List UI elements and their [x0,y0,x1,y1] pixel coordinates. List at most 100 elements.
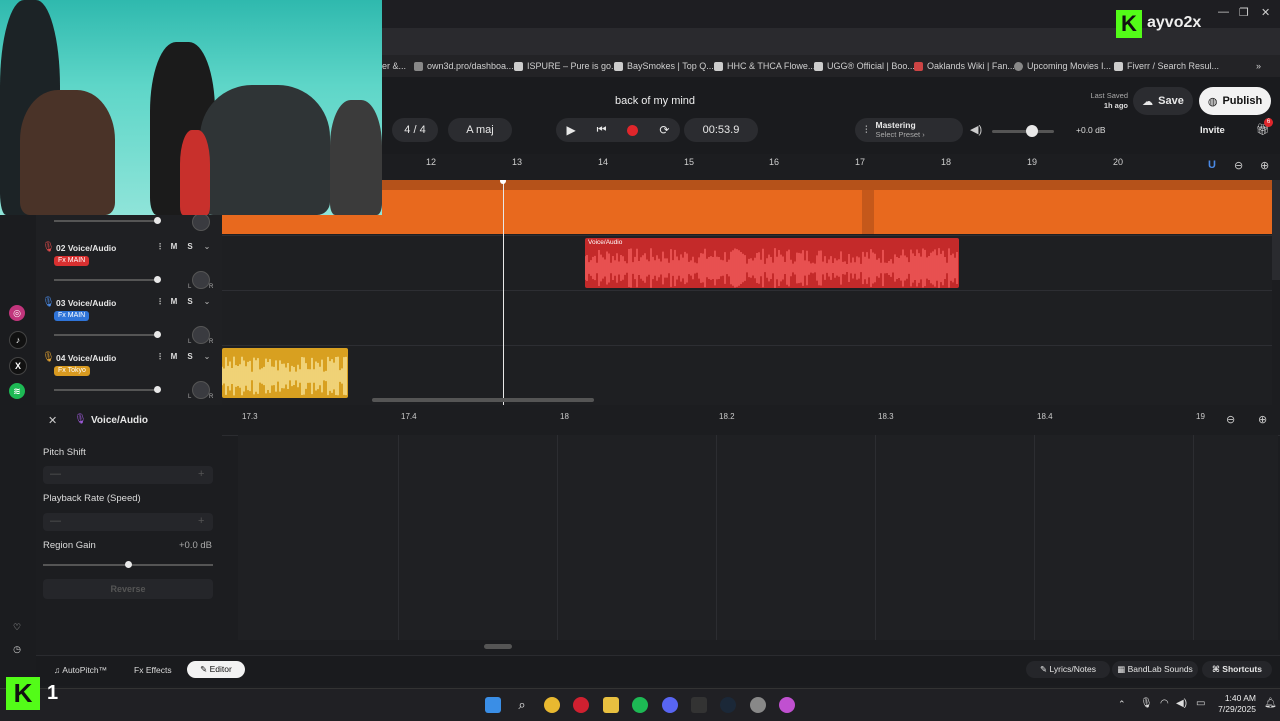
x-icon[interactable]: X [9,357,27,375]
pitch-shift-stepper[interactable]: — + [43,466,213,484]
bookmark-item[interactable]: er &... [382,59,406,73]
audio-region-red[interactable]: Voice/Audio [585,238,959,288]
chevron-down-icon[interactable]: ⌄ [201,352,213,363]
search-icon[interactable]: ⌕ [514,697,530,713]
track-01-pan-knob[interactable] [192,213,210,231]
track-header-03[interactable]: 🎙︎ 03 Voice/Audio ⋮ M S ⌄ Fx MAIN L R [36,293,222,347]
volume-icon[interactable]: ◀) [1176,698,1187,709]
solo-button[interactable]: S [184,297,196,308]
plus-icon[interactable]: + [198,515,204,527]
playhead[interactable] [503,180,504,405]
bookmark-item[interactable]: ISPURE – Pure is go... [514,59,619,73]
minimize-icon[interactable]: — [1218,6,1229,18]
more-icon[interactable]: ⋮ [154,297,166,308]
bookmark-item[interactable]: Upcoming Movies I... [1014,59,1111,73]
time-signature[interactable]: 4 / 4 [392,118,438,142]
zoom-out-icon[interactable]: ⊖ [1234,159,1243,172]
steam-icon[interactable] [720,697,736,713]
slider-knob[interactable] [125,561,132,568]
track-02-name[interactable]: 02 Voice/Audio [56,243,116,253]
spotify-icon[interactable]: ≋ [9,383,25,399]
track-03-name[interactable]: 03 Voice/Audio [56,298,116,308]
effects-tab[interactable]: Fx Effects [134,665,172,675]
mastering-button[interactable]: ⫶ Mastering Select Preset › [855,118,963,142]
slider-knob[interactable] [154,331,161,338]
chevron-up-icon[interactable]: ⌃ [1118,699,1126,710]
fx-badge[interactable]: Fx Tokyo [54,366,90,376]
epic-games-icon[interactable] [691,697,707,713]
volume-slider[interactable] [54,276,161,283]
track-header-02[interactable]: 🎙︎ 02 Voice/Audio ⋮ M S ⌄ Fx MAIN L R [36,238,222,292]
save-button[interactable]: ☁ Save [1133,87,1193,115]
editor-scrollbar[interactable] [484,644,512,649]
zoom-out-icon[interactable]: ⊖ [1226,413,1235,426]
region-gain-slider[interactable] [43,561,213,568]
spotify-icon[interactable] [632,697,648,713]
pan-knob[interactable] [192,326,210,344]
editor-tab[interactable]: ✎ Editor [187,661,245,678]
volume-knob[interactable] [1026,125,1038,137]
magnet-icon[interactable]: U [1208,159,1216,171]
vertical-scrollbar[interactable] [1272,180,1280,280]
bookmark-item[interactable]: Fiverr / Search Resul... [1114,59,1219,73]
volume-slider[interactable] [54,386,161,393]
maximize-icon[interactable]: ❐ [1239,6,1249,19]
master-volume-slider[interactable] [992,125,1054,137]
record-icon[interactable] [627,124,639,136]
play-icon[interactable]: ▶ [566,123,575,137]
zoom-in-icon[interactable]: ⊕ [1258,413,1267,426]
pan-knob[interactable] [192,381,210,399]
bookmark-item[interactable]: BaySmokes | Top Q... [614,59,714,73]
slider-knob[interactable] [154,217,161,224]
invite-button[interactable]: Invite [1200,125,1225,136]
playback-rate-stepper[interactable]: — + [43,513,213,531]
battery-icon[interactable]: ▭ [1196,698,1205,709]
chevron-down-icon[interactable]: ⌄ [201,297,213,308]
loop-icon[interactable]: ⟳ [659,123,669,137]
close-icon[interactable]: ✕ [1261,6,1270,19]
close-icon[interactable]: ✕ [48,414,57,427]
mute-button[interactable]: M [168,352,180,363]
autopitch-tab[interactable]: ♫ AutoPitch™ [54,665,107,675]
copilot-icon[interactable] [779,697,795,713]
more-icon[interactable]: ⋮ [154,352,166,363]
wifi-icon[interactable]: ◠ [1160,698,1169,709]
lyrics-notes-button[interactable]: ✎ Lyrics/Notes [1026,661,1110,678]
pan-knob[interactable] [192,271,210,289]
track-01-volume-slider[interactable] [54,217,161,224]
more-bookmarks-icon[interactable]: » [1256,59,1261,73]
mute-button[interactable]: M [168,242,180,253]
history-icon[interactable]: ◷ [9,641,25,657]
solo-button[interactable]: S [184,352,196,363]
windows-start-icon[interactable] [485,697,501,713]
publish-button[interactable]: ◍ Publish [1199,87,1271,115]
bookmark-item[interactable]: Oaklands Wiki | Fan... [914,59,1015,73]
plus-icon[interactable]: + [198,468,204,480]
song-title[interactable]: back of my mind [560,95,750,107]
opera-icon[interactable] [573,697,589,713]
skip-back-icon[interactable]: ⏮ [597,124,607,137]
zoom-in-icon[interactable]: ⊕ [1260,159,1269,172]
instagram-icon[interactable]: ◎ [9,305,25,321]
track-04-name[interactable]: 04 Voice/Audio [56,353,116,363]
volume-slider[interactable] [54,331,161,338]
more-icon[interactable]: ⋮ [154,242,166,253]
horizontal-scrollbar[interactable] [372,398,594,402]
reverse-button[interactable]: Reverse [43,579,213,599]
editor-waveform-grid[interactable] [238,435,1278,640]
shortcuts-button[interactable]: ⌘ Shortcuts [1202,661,1272,678]
mute-button[interactable]: M [168,297,180,308]
app-icon[interactable] [750,697,766,713]
fx-badge[interactable]: Fx MAIN [54,311,90,321]
discord-icon[interactable] [662,697,678,713]
bookmark-item[interactable]: UGG® Official | Boo... [814,59,915,73]
folder-icon[interactable] [603,697,619,713]
solo-button[interactable]: S [184,242,196,253]
tiktok-icon[interactable]: ♪ [9,331,27,349]
clock[interactable]: 1:40 AM 7/29/2025 [1212,693,1256,715]
microphone-icon[interactable]: 🎙︎ [1140,698,1153,709]
slider-knob[interactable] [154,276,161,283]
key-selector[interactable]: A maj [448,118,512,142]
chrome-icon[interactable] [544,697,560,713]
slider-knob[interactable] [154,386,161,393]
